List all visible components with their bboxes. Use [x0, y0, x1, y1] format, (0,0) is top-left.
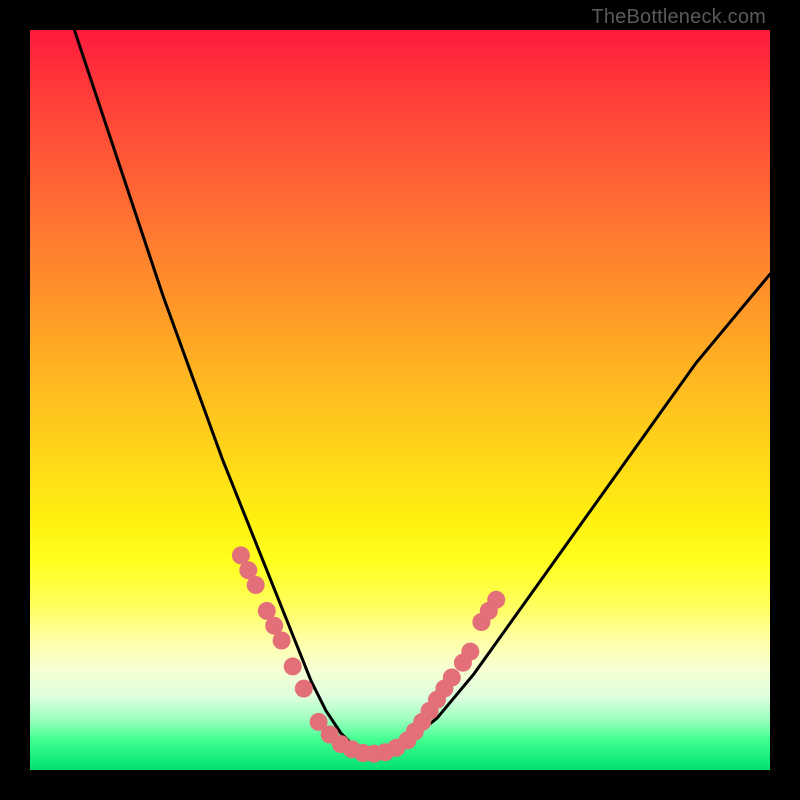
chart-frame: TheBottleneck.com [0, 0, 800, 800]
data-point [461, 643, 479, 661]
data-point [284, 657, 302, 675]
bottleneck-curve [74, 30, 770, 755]
data-point [273, 632, 291, 650]
data-point [487, 591, 505, 609]
data-point [295, 680, 313, 698]
watermark-text: TheBottleneck.com [591, 6, 766, 29]
data-points [232, 546, 505, 762]
plot-area [30, 30, 770, 770]
data-point [247, 576, 265, 594]
chart-svg [30, 30, 770, 770]
data-point [443, 669, 461, 687]
